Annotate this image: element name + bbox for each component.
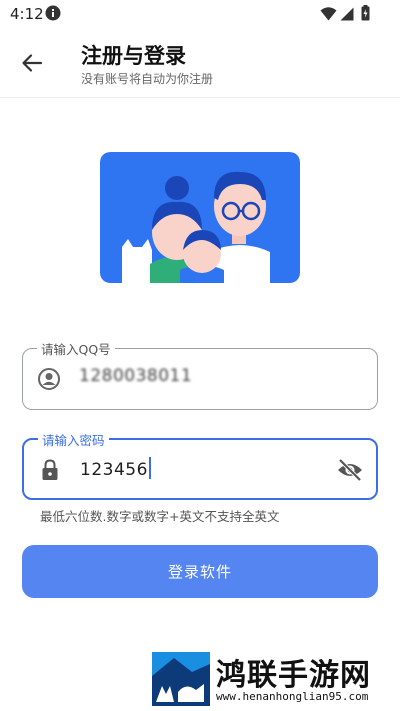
family-illustration bbox=[100, 152, 300, 283]
back-button[interactable] bbox=[14, 45, 50, 81]
arrow-left-icon bbox=[22, 54, 43, 72]
watermark-url: www.henanhonglian95.com bbox=[216, 690, 369, 703]
password-text: 123456 bbox=[80, 460, 148, 480]
lock-icon bbox=[38, 458, 62, 482]
page-title: 注册与登录 bbox=[81, 44, 186, 68]
signal-icon bbox=[340, 6, 354, 25]
info-icon bbox=[45, 5, 61, 21]
qq-number-field[interactable]: 请输入QQ号 1280038011 bbox=[22, 339, 378, 410]
qq-number-value: 1280038011 bbox=[79, 366, 193, 386]
page-subtitle: 没有账号将自动为你注册 bbox=[81, 72, 214, 86]
password-field[interactable]: 请输入密码 123456 bbox=[22, 430, 378, 500]
site-watermark: 鸿联手游网 www.henanhonglian95.com bbox=[152, 650, 392, 708]
password-field-label: 请输入密码 bbox=[38, 430, 109, 449]
status-time: 4:12 bbox=[10, 5, 44, 23]
text-caret bbox=[148, 457, 151, 479]
app-bar: 注册与登录 没有账号将自动为你注册 bbox=[0, 28, 400, 98]
account-circle-icon bbox=[37, 367, 61, 391]
watermark-name: 鸿联手游网 bbox=[216, 658, 371, 693]
eye-off-icon[interactable] bbox=[336, 457, 364, 483]
watermark-logo-icon bbox=[152, 652, 210, 706]
battery-icon bbox=[361, 5, 370, 25]
password-value: 123456 bbox=[80, 457, 151, 480]
login-button[interactable]: 登录软件 bbox=[22, 545, 378, 598]
qq-field-label: 请输入QQ号 bbox=[37, 339, 115, 358]
password-hint: 最低六位数.数字或数字+英文不支持全英文 bbox=[40, 509, 280, 524]
wifi-icon bbox=[320, 6, 337, 25]
status-bar: 4:12 bbox=[0, 0, 400, 28]
